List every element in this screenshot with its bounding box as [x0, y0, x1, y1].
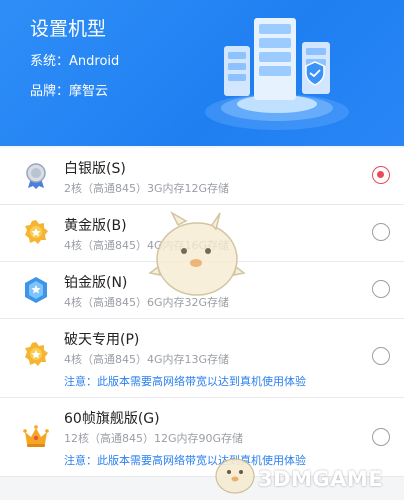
radio-unselected[interactable] — [372, 428, 390, 446]
plan-item-60fps[interactable]: 60帧旗舰版(G) 12核（高通845）12G内存90G存储 注意：此版本需要高… — [0, 398, 404, 477]
radio-unselected[interactable] — [372, 280, 390, 298]
watermark-logo-icon — [215, 458, 255, 494]
plan-name: 破天专用(P) — [64, 332, 140, 348]
gold-badge-icon — [25, 342, 48, 366]
plan-name: 铂金版(N) — [64, 275, 128, 291]
watermark-text: 3DMGAME — [258, 467, 384, 491]
plan-list: 白银版(S) 2核（高通845）3G内存12G存储 黄金版(B) 4核（高通84… — [0, 148, 404, 477]
plan-spec: 12核（高通845）12G内存90G存储 — [64, 432, 244, 445]
plan-name: 60帧旗舰版(G) — [64, 411, 160, 427]
platinum-badge-icon — [25, 277, 47, 303]
plan-spec: 2核（高通845）3G内存12G存储 — [64, 182, 230, 195]
plan-spec: 4核（高通845）4G内存13G存储 — [64, 353, 230, 366]
mascot-watermark-icon — [148, 211, 246, 296]
plan-name: 白银版(S) — [64, 161, 126, 177]
system-label: 系统：Android — [30, 54, 120, 69]
brand-label: 品牌：摩智云 — [30, 84, 109, 99]
bandwidth-note: 注意：此版本需要高网络带宽以达到真机使用体验 — [64, 375, 306, 388]
plan-item-silver[interactable]: 白银版(S) 2核（高通845）3G内存12G存储 — [0, 148, 404, 205]
radio-selected[interactable] — [372, 166, 390, 184]
radio-unselected[interactable] — [372, 347, 390, 365]
page-title: 设置机型 — [30, 18, 107, 40]
gold-badge-icon — [25, 220, 48, 244]
plan-item-potian[interactable]: 破天专用(P) 4核（高通845）4G内存13G存储 注意：此版本需要高网络带宽… — [0, 319, 404, 398]
radio-unselected[interactable] — [372, 223, 390, 241]
silver-medal-icon — [26, 163, 46, 189]
server-illustration — [205, 18, 349, 130]
plan-name: 黄金版(B) — [64, 218, 127, 234]
crown-icon — [23, 425, 49, 447]
bandwidth-note: 注意：此版本需要高网络带宽以达到真机使用体验 — [64, 454, 306, 467]
header-banner: 设置机型 系统：Android 品牌：摩智云 — [0, 0, 404, 146]
